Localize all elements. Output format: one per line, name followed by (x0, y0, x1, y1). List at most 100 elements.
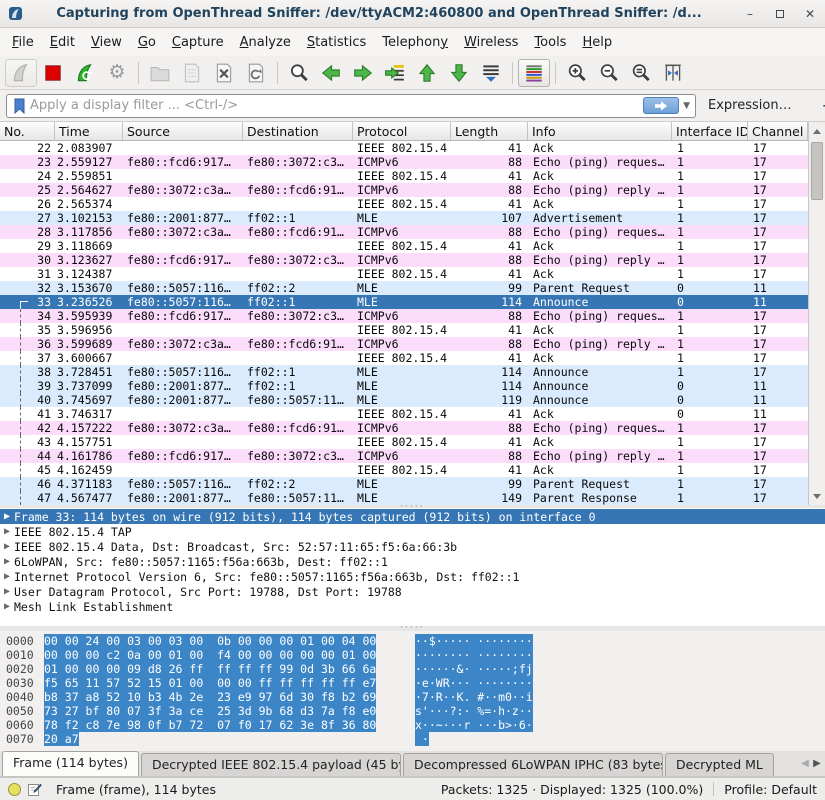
capture-comment-icon[interactable] (27, 782, 42, 797)
packet-row-38[interactable]: 383.728451fe80::5057:116…ff02::1MLE114An… (0, 365, 808, 379)
packet-row-41[interactable]: 413.746317IEEE 802.15.441Ack011 (0, 407, 808, 421)
packet-row-27[interactable]: 273.102153fe80::2001:877…ff02::1MLE107Ad… (0, 211, 808, 225)
expand-arrow-icon[interactable]: ▶ (0, 526, 14, 537)
byte-view-tab[interactable]: Frame (114 bytes) (2, 751, 139, 776)
hex-bytes[interactable]: 00 00 24 00 03 00 03 00 0b 00 00 00 01 0… (44, 634, 376, 648)
detail-line[interactable]: ▶User Datagram Protocol, Src Port: 19788… (0, 584, 825, 599)
byte-view-tab[interactable]: Decompressed 6LoWPAN IPHC (83 bytes) (403, 753, 663, 776)
close-icon[interactable]: ✕ (795, 3, 825, 25)
menu-telephony[interactable]: Telephony (374, 31, 456, 54)
byte-view-tab[interactable]: Decrypted ML (665, 753, 774, 776)
detail-line[interactable]: ▶IEEE 802.15.4 Data, Dst: Broadcast, Src… (0, 539, 825, 554)
zoom-reset-button[interactable] (625, 59, 657, 87)
stop-capture-button[interactable] (37, 59, 69, 87)
detail-line[interactable]: ▶Frame 33: 114 bytes on wire (912 bits),… (0, 509, 825, 524)
menu-analyze[interactable]: Analyze (232, 31, 299, 54)
apply-filter-button[interactable] (643, 97, 679, 114)
detail-line[interactable]: ▶6LoWPAN, Src: fe80::5057:1165:f56a:663b… (0, 554, 825, 569)
expand-arrow-icon[interactable]: ▶ (0, 571, 14, 582)
menu-statistics[interactable]: Statistics (299, 31, 374, 54)
scroll-down-icon[interactable] (809, 488, 825, 504)
packet-row-44[interactable]: 444.161786fe80::fcd6:917…fe80::3072:c3…I… (0, 449, 808, 463)
packet-row-34[interactable]: 343.595939fe80::fcd6:917…fe80::3072:c3…I… (0, 309, 808, 323)
packet-row-37[interactable]: 373.600667IEEE 802.15.441Ack117 (0, 351, 808, 365)
packet-row-36[interactable]: 363.599689fe80::3072:c3a…fe80::fcd6:91…I… (0, 337, 808, 351)
resize-columns-button[interactable] (657, 59, 689, 87)
packet-list-scrollbar[interactable] (808, 122, 825, 505)
expression-button[interactable]: Expression… (708, 98, 792, 113)
save-capture-button[interactable] (176, 59, 208, 87)
expand-arrow-icon[interactable]: ▶ (0, 511, 14, 522)
column-header-channel[interactable]: Channel (748, 122, 808, 140)
bookmark-icon[interactable] (7, 97, 30, 115)
packet-row-26[interactable]: 262.565374IEEE 802.15.441Ack117 (0, 197, 808, 211)
packet-row-40[interactable]: 403.745697fe80::2001:877…fe80::5057:11…M… (0, 393, 808, 407)
hex-ascii[interactable]: ········ ········ (415, 648, 533, 662)
scrollbar-thumb[interactable] (811, 142, 823, 200)
column-header-interface-id[interactable]: Interface ID (672, 122, 748, 140)
hex-bytes[interactable]: 01 00 00 00 09 d8 26 ff ff ff ff 99 0d 3… (44, 662, 376, 676)
hex-bytes[interactable]: 78 f2 c8 7e 98 0f b7 72 07 f0 17 62 3e 8… (44, 718, 376, 732)
zoom-out-button[interactable] (593, 59, 625, 87)
expand-arrow-icon[interactable]: ▶ (0, 556, 14, 567)
packet-row-43[interactable]: 434.157751IEEE 802.15.441Ack117 (0, 435, 808, 449)
minimize-icon[interactable]: – (735, 3, 765, 25)
packet-row-46[interactable]: 464.371183fe80::5057:116…ff02::2MLE99Par… (0, 477, 808, 491)
tab-scroll-left-icon[interactable]: ◀ (799, 755, 811, 773)
colorize-button[interactable] (518, 59, 550, 87)
start-capture-button[interactable] (5, 59, 37, 87)
detail-line[interactable]: ▶IEEE 802.15.4 TAP (0, 524, 825, 539)
open-capture-button[interactable] (144, 59, 176, 87)
packet-row-33[interactable]: 333.236526fe80::5057:116…ff02::1MLE114An… (0, 295, 808, 309)
go-back-button[interactable] (315, 59, 347, 87)
column-header-no[interactable]: No. (0, 122, 55, 140)
packet-row-30[interactable]: 303.123627fe80::fcd6:917…fe80::3072:c3…I… (0, 253, 808, 267)
hex-bytes[interactable]: 20 a7 (44, 732, 79, 746)
menu-capture[interactable]: Capture (164, 31, 232, 54)
filter-dropdown-icon[interactable]: ▼ (681, 101, 695, 111)
hex-ascii[interactable]: · (415, 732, 429, 746)
tab-scroll-right-icon[interactable]: ▶ (811, 755, 823, 773)
column-header-time[interactable]: Time (55, 122, 123, 140)
menu-edit[interactable]: Edit (42, 31, 83, 54)
hex-bytes[interactable]: 73 27 bf 80 07 3f 3a ce 25 3d 9b 68 d3 7… (44, 704, 376, 718)
go-to-packet-button[interactable] (379, 59, 411, 87)
restart-capture-button[interactable] (69, 59, 101, 87)
packet-row-32[interactable]: 323.153670fe80::5057:116…ff02::2MLE99Par… (0, 281, 808, 295)
display-filter-input[interactable] (30, 96, 643, 116)
reload-capture-button[interactable] (240, 59, 272, 87)
hex-bytes[interactable]: b8 37 a8 52 10 b3 4b 2e 23 e9 97 6d 30 f… (44, 690, 376, 704)
hex-ascii[interactable]: ··$····· ········ (415, 634, 533, 648)
hex-ascii[interactable]: ·7·R··K. #··m0··i (415, 690, 533, 704)
packet-row-45[interactable]: 454.162459IEEE 802.15.441Ack117 (0, 463, 808, 477)
expand-arrow-icon[interactable]: ▶ (0, 601, 14, 612)
add-filter-button[interactable]: + (816, 96, 825, 115)
packet-row-39[interactable]: 393.737099fe80::2001:877…ff02::1MLE114An… (0, 379, 808, 393)
column-header-source[interactable]: Source (123, 122, 243, 140)
menu-wireless[interactable]: Wireless (456, 31, 526, 54)
packet-row-29[interactable]: 293.118669IEEE 802.15.441Ack117 (0, 239, 808, 253)
column-header-destination[interactable]: Destination (243, 122, 353, 140)
column-header-protocol[interactable]: Protocol (353, 122, 451, 140)
status-profile[interactable]: Profile: Default (724, 782, 817, 797)
menu-go[interactable]: Go (130, 31, 164, 54)
expand-arrow-icon[interactable]: ▶ (0, 586, 14, 597)
find-packet-button[interactable] (283, 59, 315, 87)
detail-line[interactable]: ▶Internet Protocol Version 6, Src: fe80:… (0, 569, 825, 584)
close-capture-button[interactable] (208, 59, 240, 87)
capture-options-button[interactable]: ⚙ (101, 59, 133, 87)
packet-row-23[interactable]: 232.559127fe80::fcd6:917…fe80::3072:c3…I… (0, 155, 808, 169)
hex-ascii[interactable]: s'···?:· %=·h·z·· (415, 704, 533, 718)
byte-view-tab[interactable]: Decrypted IEEE 802.15.4 payload (45 byte… (141, 753, 401, 776)
scroll-up-icon[interactable] (809, 123, 825, 139)
hex-bytes[interactable]: 00 00 00 c2 0a 00 01 00 f4 00 00 00 00 0… (44, 648, 376, 662)
menu-file[interactable]: File (4, 31, 42, 54)
hex-ascii[interactable]: ······&· ·····;fj (415, 662, 533, 676)
menu-tools[interactable]: Tools (526, 31, 574, 54)
packet-row-28[interactable]: 283.117856fe80::3072:c3a…fe80::fcd6:91…I… (0, 225, 808, 239)
go-forward-button[interactable] (347, 59, 379, 87)
packet-row-31[interactable]: 313.124387IEEE 802.15.441Ack117 (0, 267, 808, 281)
auto-scroll-button[interactable] (475, 59, 507, 87)
go-last-button[interactable] (443, 59, 475, 87)
packet-row-24[interactable]: 242.559851IEEE 802.15.441Ack117 (0, 169, 808, 183)
